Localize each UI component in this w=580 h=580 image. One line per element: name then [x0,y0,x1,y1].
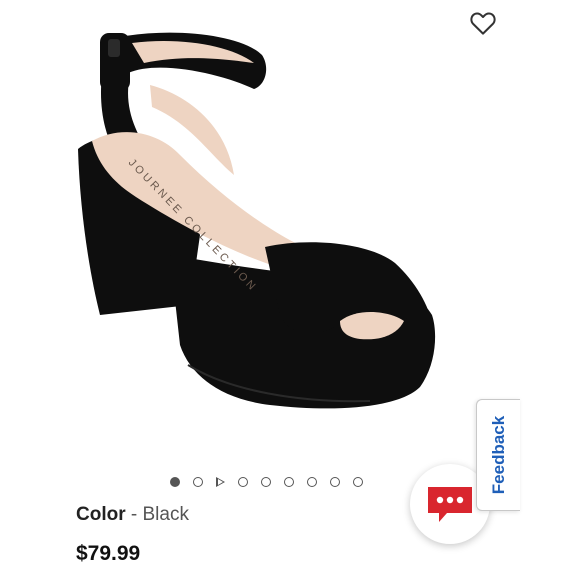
carousel-dot-2[interactable] [193,477,203,487]
color-value: Black [142,504,189,525]
color-separator: - [125,504,143,525]
carousel-dot-9[interactable] [353,477,363,487]
product-price: $79.99 [76,542,141,565]
carousel-dot-7[interactable] [307,477,317,487]
chat-bubble-icon [428,487,472,522]
feedback-label: Feedback [488,415,508,495]
carousel-dot-5[interactable] [261,477,271,487]
sandal-illustration: JOURNEE COLLECTION [78,32,436,409]
carousel-dot-6[interactable] [284,477,294,487]
image-carousel-indicators [170,474,376,490]
color-selection: Color - Black [76,504,189,526]
feedback-tab[interactable]: Feedback [476,399,520,511]
wishlist-heart-button[interactable] [468,8,498,38]
carousel-dot-8[interactable] [330,477,340,487]
heart-outline-icon [470,12,496,35]
color-label: Color [76,504,126,525]
carousel-video-play-icon[interactable] [216,477,225,487]
carousel-dot-4[interactable] [238,477,248,487]
product-image[interactable]: JOURNEE COLLECTION [40,15,500,445]
carousel-dot-1[interactable] [170,477,180,487]
